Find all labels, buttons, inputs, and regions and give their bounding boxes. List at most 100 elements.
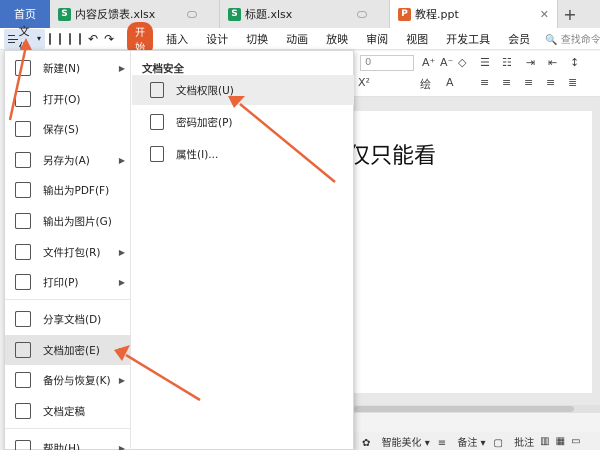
file-menu-open[interactable]: 打开(O) (5, 84, 131, 114)
scrollbar-thumb[interactable] (354, 406, 574, 412)
save-icon[interactable] (49, 32, 52, 45)
file-menu-export-image[interactable]: 输出为图片(G) (5, 206, 131, 236)
decrease-font-icon[interactable]: A⁻ (440, 56, 453, 69)
package-icon (15, 244, 31, 260)
file-menu-encrypt[interactable]: 文档加密(E) ▶ (5, 335, 131, 365)
file-menu-finalize[interactable]: 文档定稿 (5, 396, 131, 426)
justify-icon[interactable]: ≡ (546, 76, 555, 89)
redo-icon[interactable]: ↷ (104, 32, 114, 46)
file-menu-share[interactable]: 分享文档(D) (5, 304, 131, 334)
file-menu-label: 打开(O) (43, 93, 81, 106)
file-menu-save[interactable]: 保存(S) (5, 114, 131, 144)
properties-icon (150, 146, 164, 162)
chevron-right-icon: ▶ (118, 375, 125, 385)
file-menu-export-pdf[interactable]: 输出为PDF(F) (5, 175, 131, 205)
doc-tab-label: 标题.xlsx (245, 8, 293, 21)
permission-icon (150, 82, 164, 98)
submenu-properties[interactable]: 属性(I)... (132, 139, 354, 169)
tab-insert[interactable]: 插入 (157, 31, 197, 47)
bullet-list-icon[interactable]: ☰ (480, 56, 490, 69)
close-icon[interactable]: ✕ (540, 8, 549, 21)
cloud-icon (187, 10, 197, 18)
tab-design[interactable]: 设计 (197, 31, 237, 47)
tab-review[interactable]: 审阅 (357, 31, 397, 47)
chevron-down-icon: ▾ (37, 34, 42, 43)
hamburger-icon (8, 34, 18, 43)
doc-tab-label: 内容反馈表.xlsx (75, 8, 156, 21)
file-menu-print[interactable]: 打印(P) ▶ (5, 267, 131, 297)
doc-tab-tutorial[interactable]: P 教程.ppt ✕ (390, 0, 558, 28)
font-size-select[interactable]: 0 (360, 55, 414, 71)
image-icon (15, 213, 31, 229)
align-left-icon[interactable]: ≡ (480, 76, 489, 89)
reading-view-icon[interactable]: ▭ (571, 436, 580, 447)
file-menu-list: 新建(N) ▶ 打开(O) 保存(S) 另存为(A) ▶ 输出为PDF(F) 输… (5, 51, 131, 450)
chevron-right-icon: ▶ (118, 443, 125, 450)
doc-tab-title[interactable]: S 标题.xlsx (220, 0, 390, 28)
folder-icon (15, 91, 31, 107)
notes-button[interactable]: ≡ 备注 ▾ (438, 434, 486, 449)
smart-beautify-button[interactable]: ✿ 智能美化 ▾ (362, 434, 430, 449)
indent-icon[interactable]: ⇥ (526, 56, 535, 69)
file-menu-package[interactable]: 文件打包(R) ▶ (5, 237, 131, 267)
file-menu-button[interactable]: 文件 ▾ (4, 25, 46, 54)
file-menu-label: 输出为PDF(F) (43, 184, 110, 197)
file-menu-help[interactable]: 帮助(H) ▶ (5, 433, 131, 450)
submenu-permission[interactable]: 文档权限(U) (132, 75, 354, 105)
file-menu-label: 分享文档(D) (43, 313, 102, 326)
file-menu-backup[interactable]: 备份与恢复(K) ▶ (5, 365, 131, 395)
export-icon[interactable] (59, 32, 62, 45)
preview-icon[interactable] (79, 32, 82, 45)
ribbon-menu-bar: 文件 ▾ ↶ ↷ 开始 插入 设计 切换 动画 放映 审阅 视图 开发工具 会员… (0, 21, 600, 56)
smart-beautify-label: 智能美化 (381, 437, 422, 449)
file-menu-label: 文档加密(E) (43, 344, 100, 357)
save-icon (15, 121, 31, 137)
chevron-right-icon: ▶ (118, 277, 125, 287)
tab-view[interactable]: 视图 (397, 31, 437, 47)
format-toolbar: 0 A⁺ A⁻ ◇ ☰ ☷ ⇥ ⇤ ↕ X² 绘 A ≡ ≡ ≡ ≡ ≣ (354, 51, 600, 97)
save-as-icon (15, 152, 31, 168)
submenu-label: 文档权限(U) (176, 84, 234, 97)
tab-transition[interactable]: 切换 (237, 31, 277, 47)
text-effect-icon[interactable]: 绘 (420, 76, 431, 92)
slide-text[interactable]: 仅只能看 (348, 138, 436, 170)
normal-view-icon[interactable]: ▥ (540, 436, 549, 447)
file-menu-new[interactable]: 新建(N) ▶ (5, 53, 131, 83)
file-menu-label: 保存(S) (43, 123, 79, 136)
font-color-icon[interactable]: A (446, 76, 454, 89)
line-spacing-icon[interactable]: ↕ (570, 56, 579, 69)
increase-font-icon[interactable]: A⁺ (422, 56, 435, 69)
comments-button[interactable]: ▢ 批注 (494, 434, 535, 449)
submenu-password[interactable]: 密码加密(P) (132, 107, 354, 137)
distribute-icon[interactable]: ≣ (568, 76, 577, 89)
tab-slideshow[interactable]: 放映 (317, 31, 357, 47)
chevron-right-icon: ▶ (118, 247, 125, 257)
help-icon (15, 440, 31, 450)
slide-sorter-icon[interactable]: ▦ (556, 436, 565, 447)
pdf-icon (15, 182, 31, 198)
add-tab-button[interactable]: + (558, 0, 582, 28)
tab-animation[interactable]: 动画 (277, 31, 317, 47)
clear-format-icon[interactable]: ◇ (458, 56, 466, 69)
superscript-icon[interactable]: X² (358, 76, 370, 89)
tab-developer[interactable]: 开发工具 (437, 31, 499, 47)
password-icon (150, 114, 164, 130)
spreadsheet-icon: S (228, 7, 241, 21)
finalize-icon (15, 403, 31, 419)
encrypt-icon (15, 342, 31, 358)
comments-label: 批注 (514, 437, 535, 449)
horizontal-scrollbar[interactable] (354, 405, 600, 413)
number-list-icon[interactable]: ☷ (502, 56, 512, 69)
undo-icon[interactable]: ↶ (88, 32, 98, 46)
align-right-icon[interactable]: ≡ (524, 76, 533, 89)
file-menu-label: 文件打包(R) (43, 246, 101, 259)
print-icon[interactable] (69, 32, 72, 45)
outdent-icon[interactable]: ⇤ (548, 56, 557, 69)
cloud-icon (357, 10, 367, 18)
search-command-input[interactable]: 🔍 查找命令 (545, 31, 600, 46)
search-placeholder: 查找命令 (560, 35, 600, 46)
file-menu-save-as[interactable]: 另存为(A) ▶ (5, 145, 131, 175)
align-center-icon[interactable]: ≡ (502, 76, 511, 89)
print-icon (15, 274, 31, 290)
tab-member[interactable]: 会员 (499, 31, 539, 47)
